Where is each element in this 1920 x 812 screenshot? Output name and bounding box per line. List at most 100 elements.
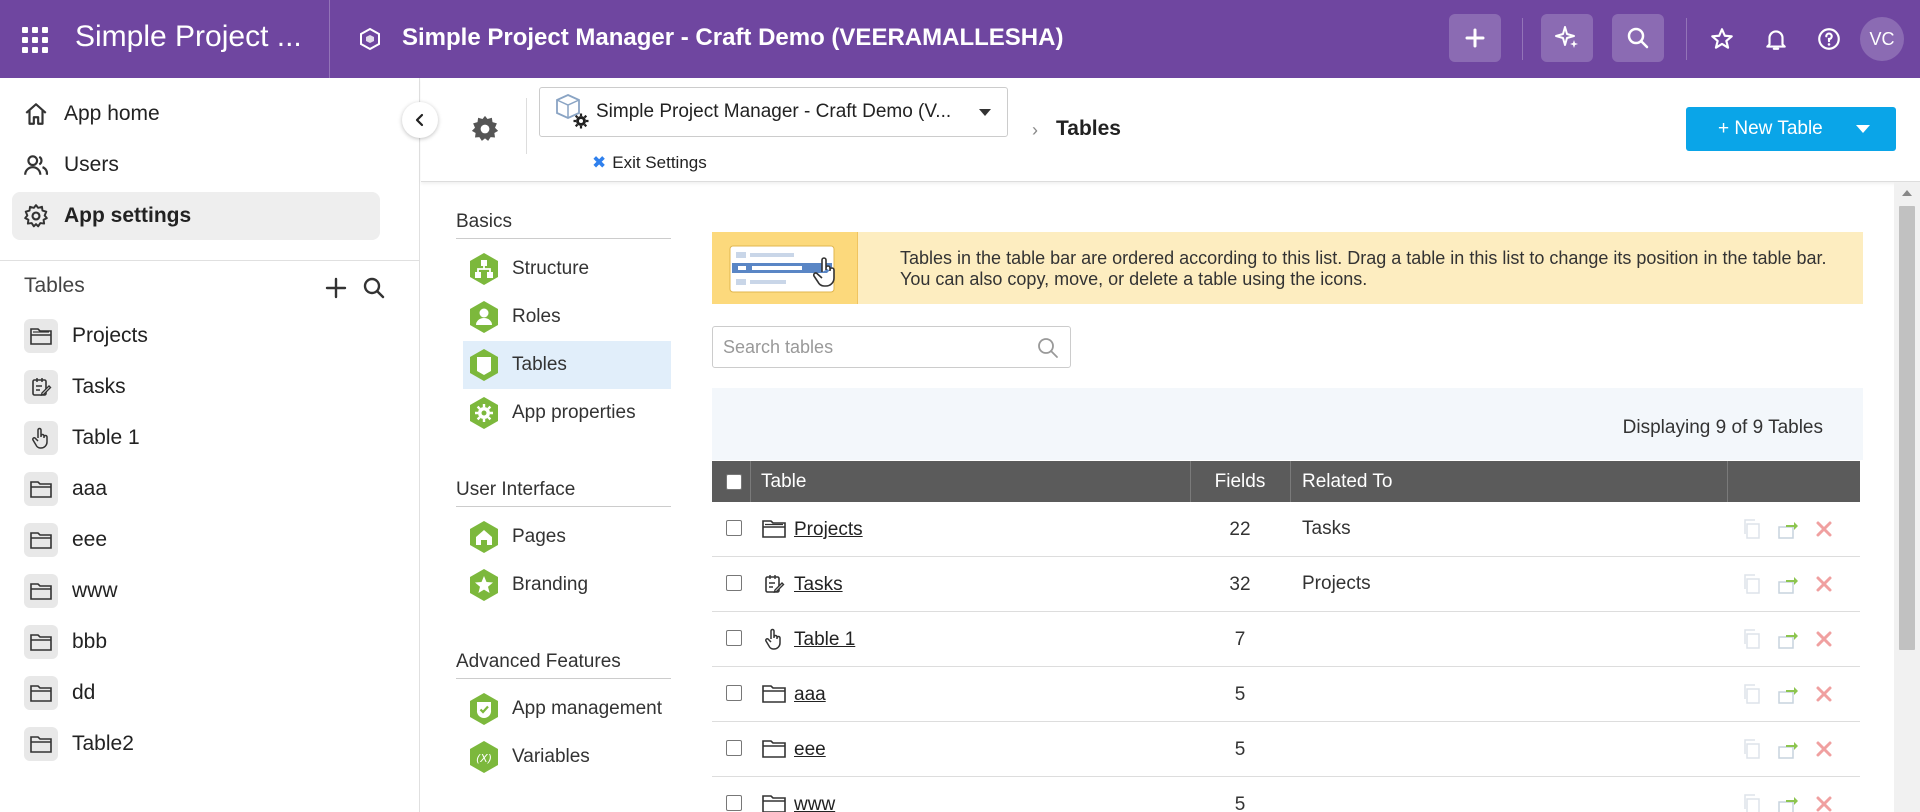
sidebar-table-tasks[interactable]: Tasks <box>24 367 126 407</box>
search-icon[interactable] <box>1036 336 1060 360</box>
menu-item-app-properties[interactable]: App properties <box>463 389 671 437</box>
table-name-link[interactable]: Projects <box>794 519 863 541</box>
user-avatar[interactable]: VC <box>1860 17 1904 61</box>
sidebar-table-eee[interactable]: eee <box>24 520 107 560</box>
table-name-link[interactable]: www <box>794 794 835 812</box>
user-role-icon <box>470 301 498 333</box>
table-row[interactable]: eee 5 <box>712 722 1860 777</box>
sidebar-table-aaa[interactable]: aaa <box>24 469 107 509</box>
related-to: Projects <box>1302 573 1371 594</box>
copy-icon[interactable] <box>1740 627 1764 651</box>
folder-icon <box>762 740 786 758</box>
row-checkbox[interactable] <box>726 685 742 701</box>
row-checkbox[interactable] <box>726 575 742 591</box>
table-name-link[interactable]: eee <box>794 739 826 761</box>
table-name-link[interactable]: Tasks <box>794 574 843 596</box>
move-icon[interactable] <box>1776 572 1800 596</box>
app-select-dropdown[interactable]: Simple Project Manager - Craft Demo (V..… <box>539 87 1008 137</box>
menu-item-branding[interactable]: Branding <box>463 561 671 609</box>
left-sidebar: App home Users App settings Tables Proje… <box>0 78 420 812</box>
sidebar-table-label: aaa <box>72 477 108 500</box>
sidebar-table-table-1[interactable]: Table 1 <box>24 418 140 458</box>
sidebar-table-www[interactable]: www <box>24 571 118 611</box>
row-checkbox[interactable] <box>726 520 742 536</box>
chevron-down-icon[interactable] <box>1856 125 1870 133</box>
copy-icon[interactable] <box>1740 682 1764 706</box>
collapse-sidebar-button[interactable] <box>402 102 438 138</box>
sidebar-item-users[interactable]: Users <box>12 141 380 189</box>
table-name-link[interactable]: aaa <box>794 684 826 706</box>
move-icon[interactable] <box>1776 517 1800 541</box>
sidebar-item-app-home[interactable]: App home <box>12 90 380 138</box>
search-tables-icon[interactable] <box>360 274 388 302</box>
move-icon[interactable] <box>1776 737 1800 761</box>
delete-icon[interactable] <box>1812 517 1836 541</box>
sparkle-icon <box>1555 26 1578 48</box>
menu-item-roles[interactable]: Roles <box>463 293 671 341</box>
delete-icon[interactable] <box>1812 792 1836 812</box>
column-header-fields[interactable]: Fields <box>1192 461 1288 502</box>
sidebar-item-app-settings[interactable]: App settings <box>12 192 380 240</box>
app-name[interactable]: Simple Project ... <box>75 20 302 54</box>
sidebar-table-label: Table 1 <box>72 426 140 449</box>
folder-icon <box>24 472 58 506</box>
menu-item-variables[interactable]: (X) Variables <box>463 733 671 781</box>
delete-icon[interactable] <box>1812 627 1836 651</box>
breadcrumb-current: Tables <box>1056 117 1121 140</box>
sidebar-table-dd[interactable]: dd <box>24 673 95 713</box>
sidebar-table-projects[interactable]: Projects <box>24 316 148 356</box>
delete-icon[interactable] <box>1812 737 1836 761</box>
table-row[interactable]: Table 1 7 <box>712 612 1860 667</box>
divider <box>329 0 330 78</box>
new-table-label: + New Table <box>1718 118 1823 139</box>
favorites-button[interactable] <box>1708 25 1736 53</box>
shield-check-icon <box>470 693 498 725</box>
select-all-checkbox[interactable] <box>726 473 742 490</box>
create-button[interactable] <box>1449 14 1501 62</box>
sidebar-table-table2[interactable]: Table2 <box>24 724 134 764</box>
ai-assist-button[interactable] <box>1541 14 1593 62</box>
sidebar-table-label: www <box>72 579 118 602</box>
search-button[interactable] <box>1612 14 1664 62</box>
column-header-table[interactable]: Table <box>761 461 806 502</box>
move-icon[interactable] <box>1776 792 1800 812</box>
copy-icon[interactable] <box>1740 737 1764 761</box>
menu-item-app-management[interactable]: App management <box>463 685 671 733</box>
folder-icon <box>762 795 786 812</box>
table-name-link[interactable]: Table 1 <box>794 629 855 651</box>
search-tables-field[interactable] <box>712 326 1071 368</box>
sidebar-table-bbb[interactable]: bbb <box>24 622 107 662</box>
table-row[interactable]: aaa 5 <box>712 667 1860 722</box>
row-checkbox[interactable] <box>726 740 742 756</box>
vertical-scrollbar[interactable] <box>1894 182 1920 812</box>
menu-heading-user-interface: User Interface <box>456 479 576 500</box>
delete-icon[interactable] <box>1812 572 1836 596</box>
move-icon[interactable] <box>1776 627 1800 651</box>
app-select-value: Simple Project Manager - Craft Demo (V..… <box>596 101 952 122</box>
column-header-related-to[interactable]: Related To <box>1302 461 1393 502</box>
gear-icon <box>22 202 50 230</box>
divider <box>526 98 527 154</box>
delete-icon[interactable] <box>1812 682 1836 706</box>
table-row[interactable]: www 5 <box>712 777 1860 812</box>
row-checkbox[interactable] <box>726 795 742 811</box>
row-checkbox[interactable] <box>726 630 742 646</box>
exit-settings-link[interactable]: ✖ Exit Settings <box>592 153 707 173</box>
help-button[interactable] <box>1815 25 1843 53</box>
app-grid-icon[interactable] <box>22 27 48 53</box>
menu-item-pages[interactable]: Pages <box>463 513 671 561</box>
add-table-icon[interactable] <box>322 274 350 302</box>
search-tables-input[interactable] <box>723 335 1023 359</box>
copy-icon[interactable] <box>1740 517 1764 541</box>
new-table-button[interactable]: + New Table <box>1686 107 1896 151</box>
scrollbar-thumb[interactable] <box>1899 206 1915 650</box>
scroll-up-arrow-icon[interactable] <box>1902 190 1912 196</box>
menu-item-structure[interactable]: Structure <box>463 245 671 293</box>
copy-icon[interactable] <box>1740 572 1764 596</box>
menu-item-tables[interactable]: Tables <box>463 341 671 389</box>
table-row[interactable]: Projects 22 Tasks <box>712 502 1860 557</box>
table-row[interactable]: Tasks 32 Projects <box>712 557 1860 612</box>
copy-icon[interactable] <box>1740 792 1764 812</box>
move-icon[interactable] <box>1776 682 1800 706</box>
notifications-button[interactable] <box>1762 25 1790 53</box>
